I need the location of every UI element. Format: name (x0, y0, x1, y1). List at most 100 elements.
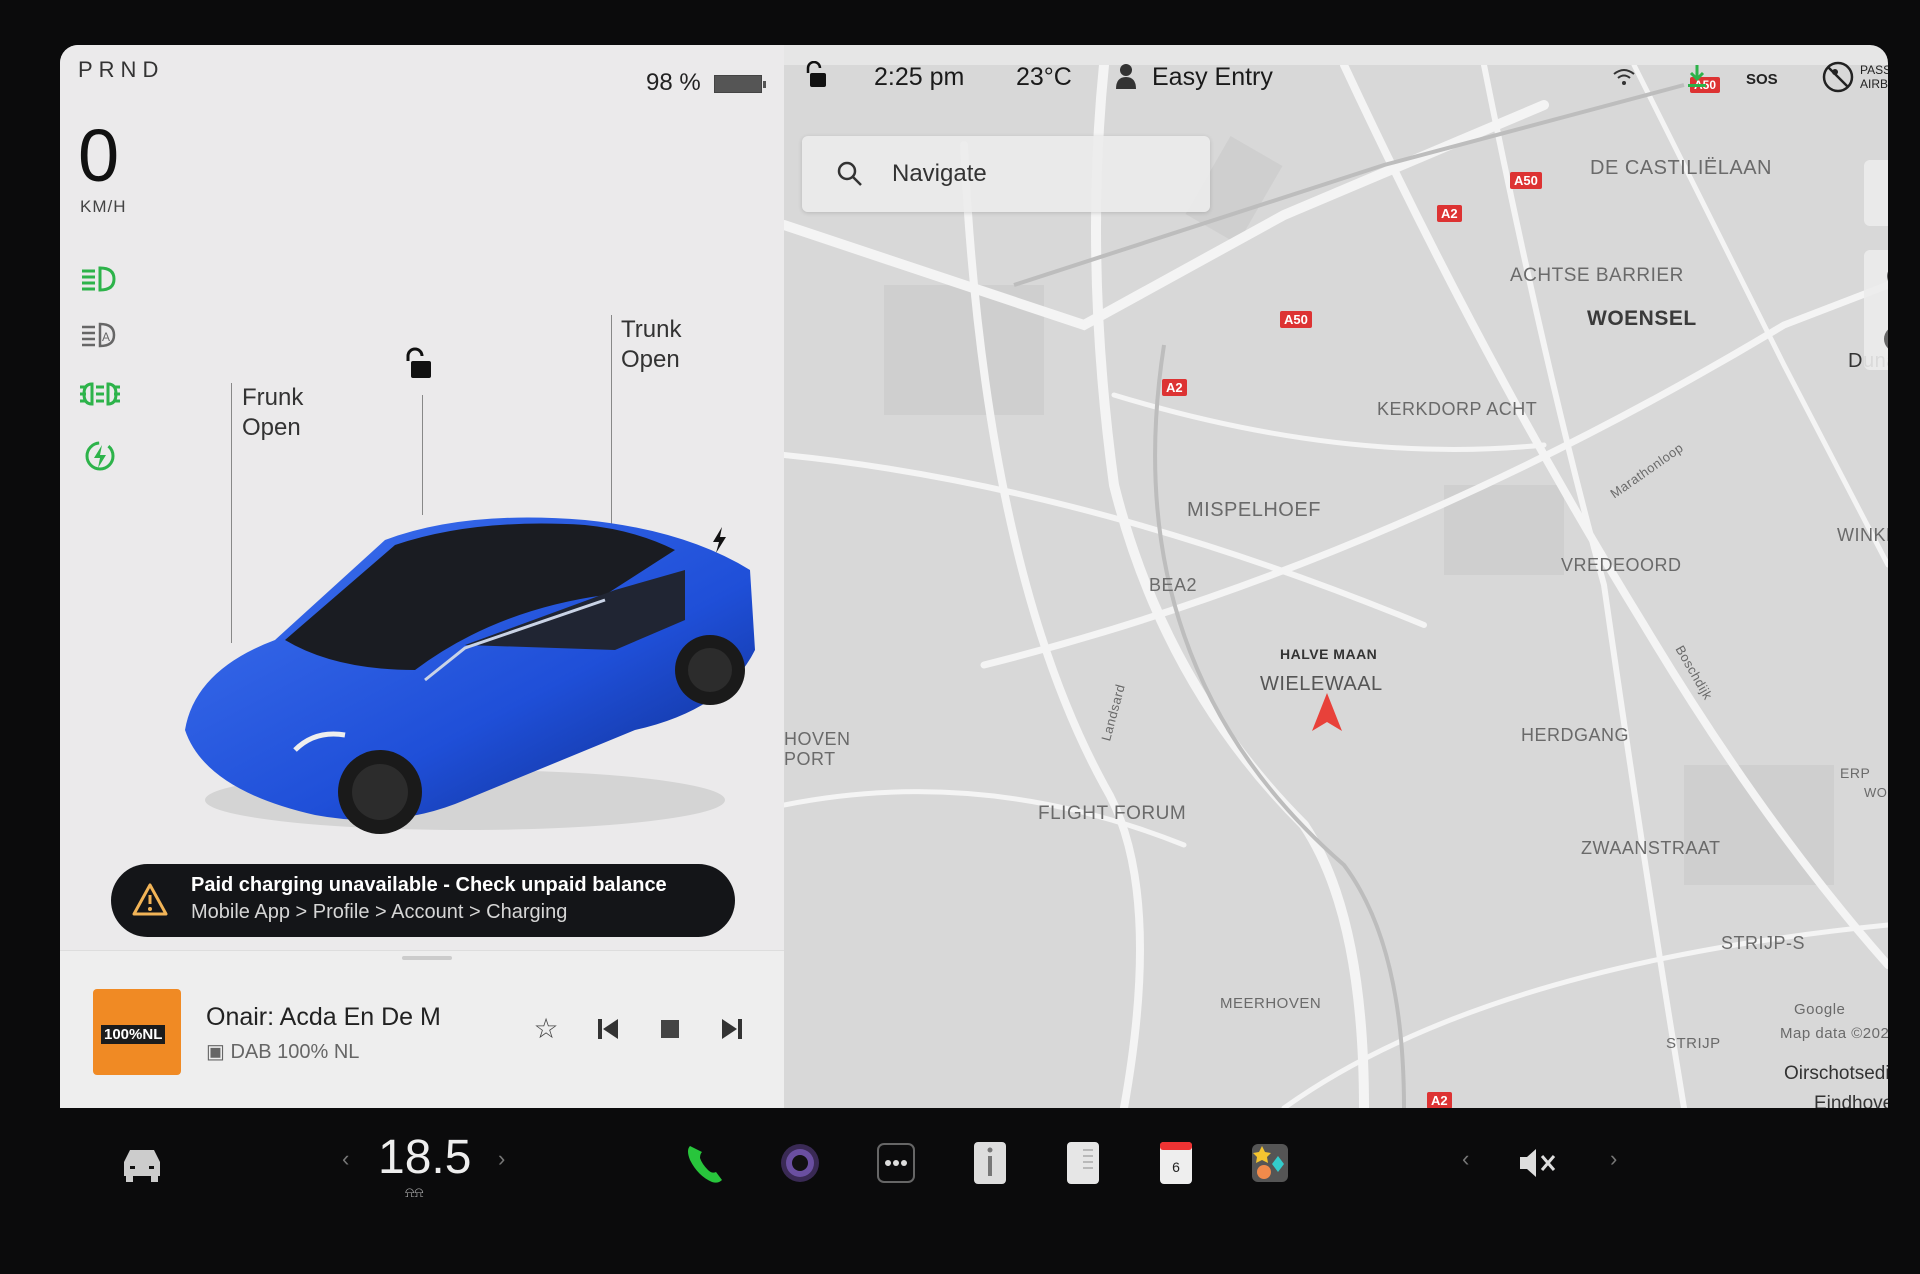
calendar-day: 6 (1172, 1159, 1180, 1175)
camera-icon[interactable] (778, 1138, 822, 1188)
battery-percent: 98 % (646, 69, 701, 96)
seat-heater-icon[interactable]: ⍾⍾ (405, 1184, 424, 1201)
software-update-icon[interactable] (1686, 63, 1708, 89)
map-label: WOENSEL (1587, 307, 1697, 330)
touchscreen: PRND 0 KM/H 98 % A Frunk Open Trunk Open P… (60, 45, 1888, 1108)
vehicle-position-arrow-icon (1312, 693, 1342, 731)
car-panel: PRND 0 KM/H 98 % A Frunk Open Trunk Open P… (60, 45, 784, 1108)
map-label: KERKDORP ACHT (1377, 399, 1538, 419)
sos-button[interactable]: SOS (1746, 71, 1778, 88)
wifi-icon (1613, 69, 1635, 85)
map-label: BEA2 (1149, 575, 1198, 595)
compass-button[interactable]: N (1864, 160, 1888, 226)
map-label: VREDEOORD (1561, 555, 1682, 575)
frunk-state: Open (242, 414, 301, 441)
low-beam-icon[interactable] (78, 262, 122, 296)
road-shield: A2 (1162, 379, 1187, 396)
volume-up-chevron[interactable]: › (1610, 1146, 1617, 1172)
trunk-state: Open (621, 346, 680, 373)
map-label: ACHTSE BARRIER (1510, 265, 1684, 286)
map-label: ZWAANSTRAAT (1581, 838, 1721, 858)
paid-charging-alert[interactable]: Paid charging unavailable - Check unpaid… (111, 864, 735, 937)
trunk-button[interactable]: Trunk Open (621, 315, 681, 375)
status-bar: 2:25 pm 23°C Easy Entry SOS PASSENGERAIR… (784, 45, 1888, 109)
map-label: HALVE MAAN (1280, 646, 1378, 662)
google-logo: Google (1794, 1001, 1846, 1018)
warning-icon (132, 883, 168, 916)
clock: 2:25 pm (874, 63, 965, 91)
road-shield: A50 (1510, 172, 1542, 189)
map-label: MEERHOVEN (1220, 995, 1322, 1012)
track-title: Onair: Acda En De M (206, 1003, 441, 1031)
parking-lights-icon[interactable] (78, 377, 122, 411)
next-track-icon[interactable] (714, 1011, 750, 1047)
speed-unit: KM/H (80, 197, 127, 216)
car-model-image (185, 517, 755, 834)
stop-icon[interactable] (652, 1011, 688, 1047)
search-icon (837, 161, 862, 186)
speed-value: 0 (78, 114, 120, 197)
location-pin-icon[interactable] (1884, 264, 1888, 296)
map-label: STRIJP (1666, 1035, 1721, 1052)
driver-profile-name[interactable]: Easy Entry (1152, 63, 1273, 92)
favorite-star-icon[interactable]: ☆ (528, 1011, 564, 1047)
alert-path: Mobile App > Profile > Account > Chargin… (191, 901, 568, 923)
more-apps-icon[interactable] (874, 1138, 918, 1188)
temp-up-chevron[interactable]: › (498, 1146, 505, 1172)
map-label: WOE (1864, 785, 1888, 800)
road-shield: A2 (1437, 205, 1462, 222)
superchargers-icon[interactable] (1882, 324, 1888, 354)
navigate-placeholder: Navigate (892, 160, 987, 187)
frunk-button[interactable]: Frunk Open (242, 383, 303, 443)
frunk-label: Frunk (242, 384, 304, 411)
volume-muted-icon[interactable] (1516, 1138, 1560, 1188)
map-attribution: Map data ©2024 (1780, 1025, 1888, 1042)
map-label: HOVEN (784, 729, 851, 749)
station-logo: 100%NL (93, 989, 181, 1075)
outside-temperature: 23°C (1016, 63, 1072, 91)
door-lock-icon[interactable] (804, 61, 828, 89)
map-label: DE CASTILIËLAAN (1590, 157, 1773, 179)
map-side-buttons (1864, 250, 1888, 370)
media-player: 100%NL Onair: Acda En De M ▣ DAB 100% NL… (60, 950, 784, 1108)
navigate-search-box[interactable]: Navigate (802, 136, 1210, 212)
map-label: ERP (1840, 765, 1871, 781)
map-label: STRIJP-S (1721, 933, 1806, 953)
trunk-label: Trunk (621, 316, 682, 343)
road-shield: A2 (1427, 1092, 1452, 1108)
road-shield: A50 (1280, 311, 1312, 328)
volume-down-chevron[interactable]: ‹ (1462, 1146, 1469, 1172)
previous-track-icon[interactable] (590, 1011, 626, 1047)
svg-text:A: A (102, 330, 110, 344)
passenger-airbag-status: PASSENGERAIRBAG ON (1860, 63, 1888, 91)
airbag-off-icon (1822, 61, 1854, 93)
notes-icon[interactable] (1061, 1138, 1105, 1188)
source-label: DAB 100% NL (230, 1041, 360, 1063)
radio-icon: ▣ (206, 1041, 231, 1063)
cabin-temperature[interactable]: 18.5 (378, 1130, 471, 1185)
bottom-dock: ‹ 18.5 ⍾⍾ › 6 ‹ › (0, 1108, 1920, 1274)
media-source: ▣ DAB 100% NL (206, 1039, 359, 1064)
gear-indicator: PRND (78, 57, 165, 82)
current-city: Eindhoven (1814, 1093, 1888, 1108)
map-label: PORT (784, 749, 836, 769)
driver-profile-icon[interactable] (1114, 63, 1138, 89)
car-controls-icon[interactable] (118, 1138, 166, 1188)
battery-icon (714, 75, 766, 93)
map-label: WINKELCEN (1837, 525, 1888, 545)
current-street: Oirschotsedijk (1784, 1063, 1888, 1084)
media-drag-handle[interactable] (402, 956, 452, 960)
map-label: FLIGHT FORUM (1038, 803, 1187, 824)
owners-manual-icon[interactable] (968, 1138, 1012, 1188)
auto-high-beam-icon[interactable]: A (78, 318, 122, 352)
calendar-icon[interactable]: 6 (1154, 1138, 1198, 1188)
map-label: MISPELHOEF (1187, 499, 1321, 521)
games-icon[interactable] (1248, 1138, 1292, 1188)
navigation-map[interactable]: A50 A2 A50 A2 A2 A50 DE CASTILIËLAAN ACH… (784, 65, 1888, 1108)
alert-title: Paid charging unavailable - Check unpaid… (191, 874, 667, 896)
phone-icon[interactable] (682, 1138, 726, 1188)
map-label: HERDGANG (1521, 725, 1630, 745)
charging-icon[interactable] (78, 439, 122, 473)
temp-down-chevron[interactable]: ‹ (342, 1146, 349, 1172)
unlock-icon[interactable] (403, 347, 433, 381)
